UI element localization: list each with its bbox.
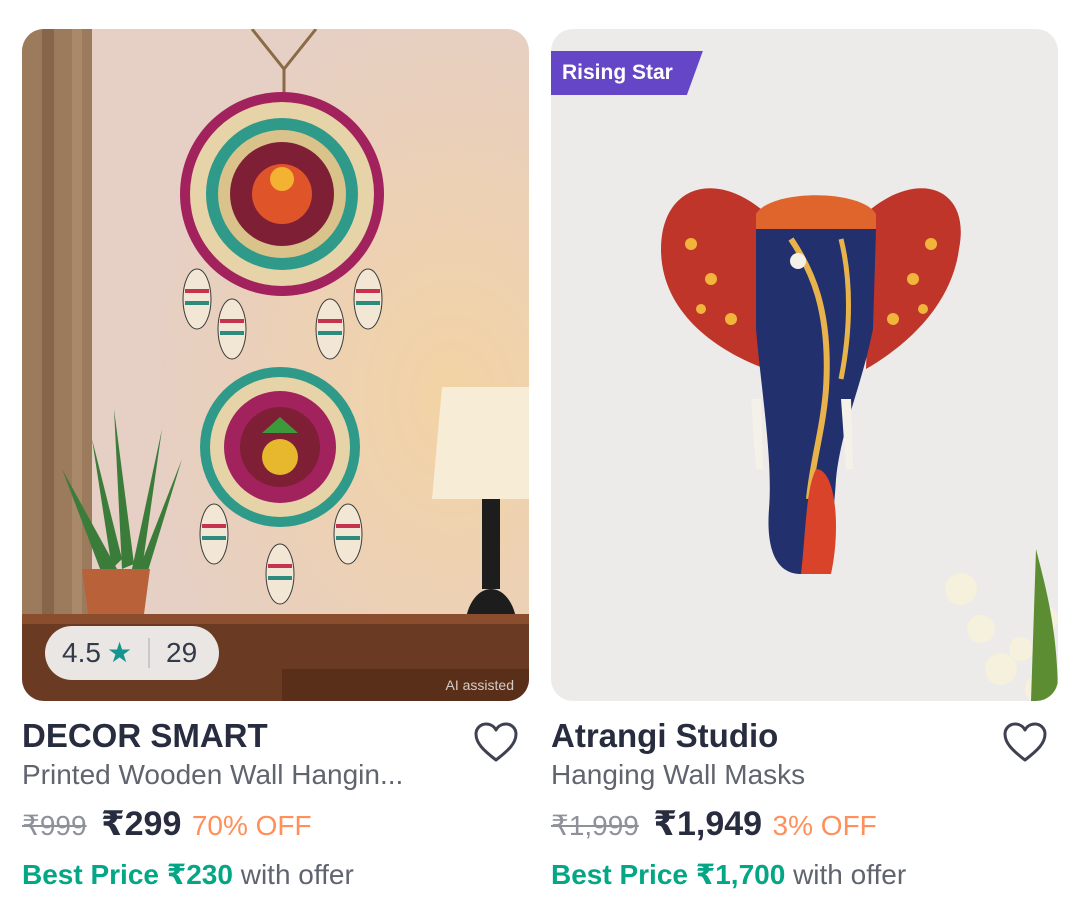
product-name: Hanging Wall Masks <box>551 759 806 790</box>
mrp-price: ₹1,999 <box>551 810 639 841</box>
price-row: ₹1,999 ₹1,949 3% OFF <box>551 803 1058 852</box>
wishlist-heart-icon[interactable] <box>473 721 519 763</box>
selling-price: ₹299 <box>100 805 182 843</box>
product-card[interactable]: Rising Star Atrangi Studio Hanging Wall … <box>551 29 1058 894</box>
rising-star-badge: Rising Star <box>551 51 703 95</box>
rating-count: 29 <box>166 637 198 668</box>
product-photo <box>22 29 529 701</box>
rating-badge: 4.5 ★ 29 <box>45 626 220 680</box>
product-info[interactable]: DECOR SMART Printed Wooden Wall Hangin..… <box>22 701 529 894</box>
discount-label: 70% OFF <box>191 810 312 841</box>
discount-label: 3% OFF <box>772 810 877 841</box>
product-name: Printed Wooden Wall Hangin... <box>22 759 404 790</box>
product-photo <box>551 29 1058 701</box>
rating-divider <box>148 638 151 668</box>
wishlist-heart-icon[interactable] <box>1002 721 1048 763</box>
ai-assisted-label: AI assisted <box>445 677 514 693</box>
offer-row: Best Price ₹1,700 with offer <box>551 856 1058 894</box>
brand-name: Atrangi Studio <box>551 717 779 754</box>
rating-value: 4.5 <box>62 637 101 668</box>
brand-name: DECOR SMART <box>22 717 268 754</box>
mrp-price: ₹999 <box>22 810 87 841</box>
product-info[interactable]: Atrangi Studio Hanging Wall Masks ₹1,999… <box>551 701 1058 894</box>
selling-price: ₹1,949 <box>653 805 763 843</box>
offer-row: Best Price ₹230 with offer <box>22 856 529 894</box>
best-price: Best Price ₹1,700 <box>551 859 786 890</box>
offer-suffix: with offer <box>793 859 907 890</box>
product-grid: 4.5 ★ 29 AI assisted DECOR SMART Printed… <box>0 0 1079 917</box>
product-image[interactable]: 4.5 ★ 29 AI assisted <box>22 29 529 701</box>
best-price: Best Price ₹230 <box>22 859 233 890</box>
product-card[interactable]: 4.5 ★ 29 AI assisted DECOR SMART Printed… <box>22 29 529 894</box>
product-image[interactable]: Rising Star <box>551 29 1058 701</box>
offer-suffix: with offer <box>240 859 354 890</box>
price-row: ₹999 ₹299 70% OFF <box>22 803 529 852</box>
star-icon: ★ <box>106 637 133 668</box>
